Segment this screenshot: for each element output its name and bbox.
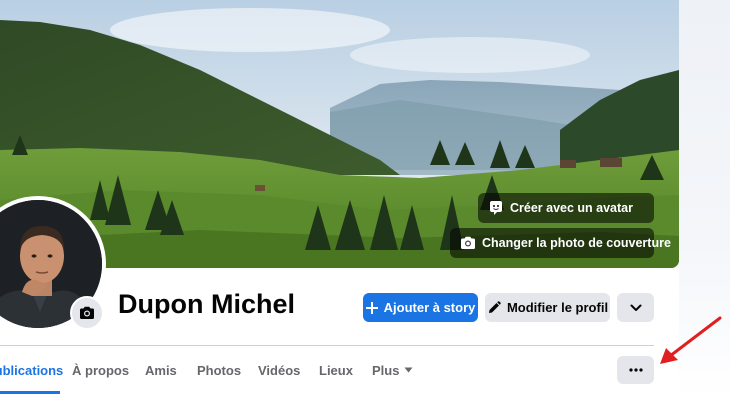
profile-tabs: Publications À propos Amis Photos Vidéos… — [0, 346, 600, 396]
plus-icon — [365, 301, 378, 314]
tab-friends[interactable]: Amis — [145, 346, 177, 394]
add-to-story-button[interactable]: Ajouter à story — [363, 293, 478, 322]
pencil-icon — [488, 300, 501, 313]
change-cover-label: Changer la photo de couverture — [482, 236, 671, 250]
more-options-button[interactable] — [617, 356, 654, 384]
tab-videos[interactable]: Vidéos — [258, 346, 300, 394]
active-tab-indicator — [0, 391, 60, 394]
expand-button[interactable] — [617, 293, 654, 322]
avatar-face-icon — [490, 201, 502, 215]
profile-page: Créer avec un avatar Changer la photo de… — [0, 0, 730, 400]
tab-about[interactable]: À propos — [72, 346, 129, 394]
tab-label: Vidéos — [258, 362, 301, 378]
edit-profile-button[interactable]: Modifier le profil — [485, 293, 610, 322]
tab-photos[interactable]: Photos — [197, 346, 241, 394]
create-avatar-button[interactable]: Créer avec un avatar — [478, 193, 654, 223]
annotation-arrow-icon — [660, 316, 722, 364]
profile-name: Dupon Michel — [118, 289, 295, 319]
tab-label: Publications — [0, 362, 64, 378]
change-cover-button[interactable]: Changer la photo de couverture — [450, 228, 671, 258]
camera-icon — [461, 236, 475, 249]
chevron-down-icon — [630, 304, 641, 311]
tab-label: Amis — [145, 362, 177, 378]
tab-label: Plus — [372, 362, 400, 378]
add-to-story-label: Ajouter à story — [383, 300, 476, 315]
tab-publications[interactable]: Publications — [0, 346, 63, 394]
create-avatar-label: Créer avec un avatar — [510, 201, 633, 215]
tab-label: Lieux — [319, 362, 353, 378]
edit-profile-label: Modifier le profil — [506, 300, 609, 315]
cover-photo: Créer avec un avatar Changer la photo de… — [0, 0, 679, 268]
tab-more[interactable]: Plus — [372, 346, 413, 394]
update-avatar-button[interactable] — [70, 296, 104, 330]
caret-down-icon — [404, 367, 413, 373]
ellipsis-icon — [628, 368, 643, 372]
camera-icon — [80, 306, 94, 319]
tab-label: À propos — [72, 362, 130, 378]
tab-label: Photos — [197, 362, 242, 378]
tab-places[interactable]: Lieux — [319, 346, 353, 394]
